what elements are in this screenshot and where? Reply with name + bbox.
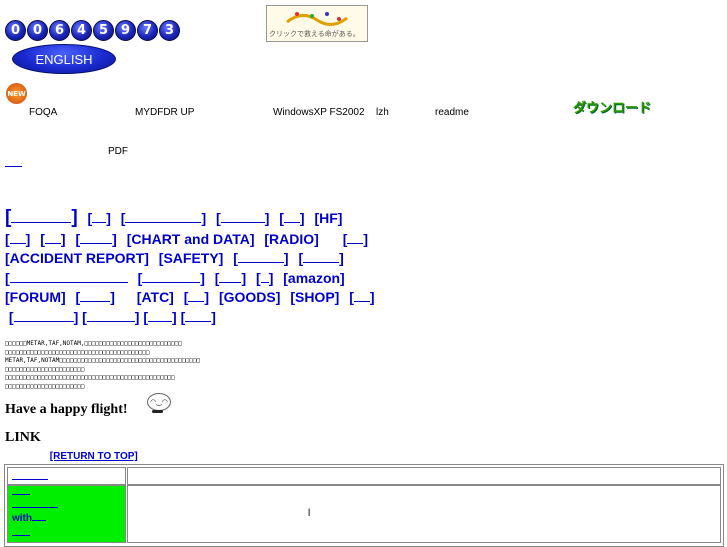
nav-safety[interactable]: [SAFETY] xyxy=(159,250,224,266)
nav-blank-link[interactable]: [] xyxy=(76,289,115,305)
table-cell xyxy=(127,467,721,485)
download-mydfdr[interactable]: MYDFDR UP xyxy=(135,107,194,118)
main-nav: [] [] [] [] [] [HF] [] [] [] [CHART and … xyxy=(5,208,395,327)
nav-blank-link[interactable]: [] xyxy=(138,270,205,286)
counter-digit: 5 xyxy=(93,20,114,41)
nav-blank-link[interactable]: [] xyxy=(5,309,78,325)
notes-line: METAR,TAF,NOTAM□□□□□□□□□□□□□□□□□□□□□□□□□… xyxy=(5,357,201,364)
nav-blank-link[interactable]: [] xyxy=(215,270,246,286)
nav-blank-link[interactable]: [] xyxy=(343,231,368,247)
nav-shop[interactable]: [SHOP] xyxy=(290,289,339,305)
return-top-row: [RETURN TO TOP] xyxy=(5,451,138,462)
visitor-counter: 0 0 6 4 5 9 7 3 xyxy=(5,20,180,41)
nav-blank-link[interactable]: [] xyxy=(82,309,139,325)
notes-block: □□□□□□METAR,TAF,NOTAM,□□□□□□□□□□□□□□□□□□… xyxy=(5,340,200,391)
nav-chart-data[interactable]: [CHART and DATA] xyxy=(127,231,255,247)
nav-blank-link[interactable]: [] xyxy=(181,309,216,325)
links-table: with l xyxy=(4,464,724,547)
nav-radio[interactable]: [RADIO] xyxy=(264,231,318,247)
smiley-icon: ◠‿◠ xyxy=(147,393,171,411)
counter-digit: 7 xyxy=(137,20,158,41)
nav-blank-link[interactable]: [] xyxy=(5,231,30,247)
notes-line: □□□□□□□□□□□□□□□□□□□□□□ xyxy=(5,382,85,390)
nav-blank-link[interactable]: [] xyxy=(256,270,273,286)
nav-accident-report[interactable]: [ACCIDENT REPORT] xyxy=(5,250,149,266)
nav-blank-link[interactable]: [] xyxy=(75,231,116,247)
blank-link[interactable] xyxy=(12,535,30,536)
table-cell-highlight: with xyxy=(7,485,126,543)
nav-blank-link[interactable]: [ xyxy=(5,270,128,286)
nav-goods[interactable]: [GOODS] xyxy=(219,289,280,305)
download-lzh[interactable]: lzh xyxy=(376,107,389,118)
pdf-link[interactable] xyxy=(5,156,22,167)
link-heading: LINK xyxy=(5,430,41,445)
english-button[interactable]: ENGLISH xyxy=(12,44,116,74)
notes-line: □□□□□□□□□□□□□□□□□□□□□□□□□□□□□□□□□□□□□□□□… xyxy=(5,374,175,381)
nav-blank-link[interactable]: [] xyxy=(298,250,343,266)
nav-blank-link[interactable]: [] xyxy=(184,289,209,305)
nav-blank-link[interactable]: [] xyxy=(88,210,111,226)
nav-blank-link[interactable]: [] xyxy=(5,207,78,228)
nav-amazon[interactable]: [amazon] xyxy=(283,270,344,286)
nav-blank-link[interactable]: [] xyxy=(233,250,288,266)
blank-link[interactable] xyxy=(12,507,58,508)
with-label: with xyxy=(12,513,32,524)
nav-blank-link[interactable]: [] xyxy=(216,210,269,226)
download-button[interactable]: ダウンロード xyxy=(573,97,651,116)
notes-line: □□□□□□□□□□□□□□□□□□□□□□□□□□□□□□□□□□□□□□□□ xyxy=(5,348,150,356)
nav-forum[interactable]: [FORUM] xyxy=(5,289,66,305)
nav-blank-link[interactable]: [] xyxy=(279,210,304,226)
nav-blank-link[interactable]: [] xyxy=(121,210,206,226)
pdf-label: PDF xyxy=(108,146,128,157)
nav-blank-link[interactable]: [] xyxy=(40,231,65,247)
nav-atc[interactable]: [ATC] xyxy=(137,289,174,305)
counter-digit: 0 xyxy=(5,20,26,41)
blank-link[interactable] xyxy=(12,479,48,480)
new-icon: NEW xyxy=(6,83,27,104)
banner-text: クリックで救える命がある。 xyxy=(269,30,360,38)
table-cell xyxy=(7,467,126,485)
download-foqa[interactable]: FOQA xyxy=(29,107,57,118)
nav-blank-link[interactable]: [] xyxy=(143,309,176,325)
counter-digit: 6 xyxy=(49,20,70,41)
with-link[interactable]: with xyxy=(12,513,46,524)
counter-digit: 4 xyxy=(71,20,92,41)
notes-line: □□□□□□□□□□□□□□□□□□□□□□ xyxy=(5,365,85,373)
counter-digit: 0 xyxy=(27,20,48,41)
smiley-stand-icon xyxy=(152,410,163,413)
download-readme[interactable]: readme xyxy=(435,107,469,118)
counter-digit: 3 xyxy=(159,20,180,41)
blank-link[interactable] xyxy=(5,451,41,462)
nav-hf[interactable]: [HF] xyxy=(314,210,342,226)
cell-text: l xyxy=(308,508,311,519)
charity-banner[interactable]: クリックで救える命がある。 xyxy=(266,5,368,42)
blank-link[interactable] xyxy=(12,494,30,495)
download-winxp[interactable]: WindowsXP FS2002 xyxy=(273,107,365,118)
counter-digit: 9 xyxy=(115,20,136,41)
return-top-link[interactable]: [RETURN TO TOP] xyxy=(50,451,138,462)
notes-line: □□□□□□METAR,TAF,NOTAM,□□□□□□□□□□□□□□□□□□… xyxy=(5,340,183,347)
nav-blank-link[interactable]: [] xyxy=(349,289,374,305)
greeting-text: Have a happy flight! xyxy=(5,402,128,417)
table-cell: l xyxy=(127,485,721,543)
